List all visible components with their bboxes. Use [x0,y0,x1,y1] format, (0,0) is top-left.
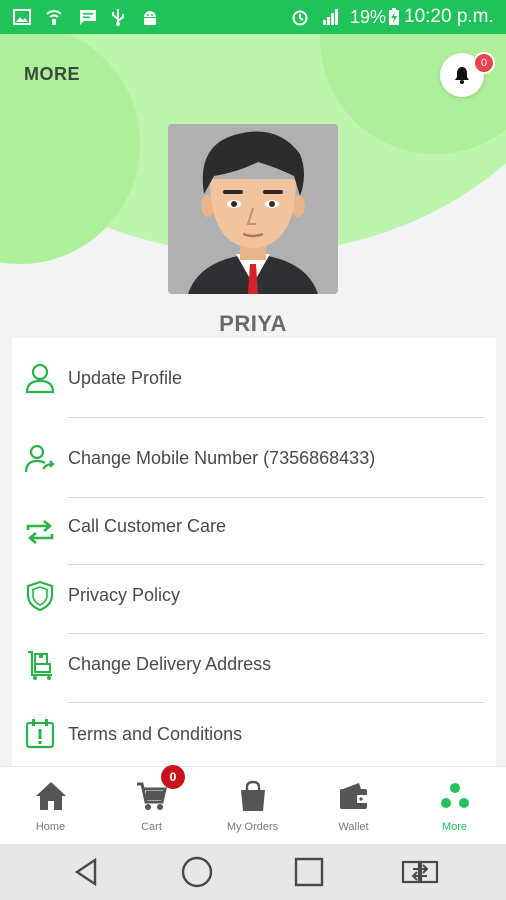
wifi-calling-icon [44,7,64,27]
image-icon [12,7,32,27]
notification-badge: 0 [473,52,495,74]
menu-item-update-profile[interactable]: Update Profile [12,338,496,418]
battery-percent: 19% [350,7,387,27]
nav-label: Cart [141,821,162,833]
recents-button[interactable] [289,854,329,890]
menu-item-change-mobile[interactable]: Change Mobile Number (7356868433) [12,418,496,498]
swap-arrows-icon [24,516,56,548]
calendar-alert-icon [24,718,56,750]
delivery-trolley-icon [24,649,56,681]
bell-icon [455,67,469,84]
nav-home[interactable]: Home [0,767,101,845]
menu-item-privacy-policy[interactable]: Privacy Policy [12,565,496,634]
switch-screens-icon [401,860,439,884]
nav-label: More [441,821,468,833]
back-triangle-icon [74,857,97,887]
switch-app-button[interactable] [400,854,440,890]
menu-label: Change Delivery Address [68,654,272,674]
menu-label: Call Customer Care [68,516,227,536]
home-button[interactable] [177,854,217,890]
android-icon [140,7,160,27]
nav-cart[interactable]: Cart [101,767,202,845]
user-name: PRIYA [219,311,287,336]
usb-icon [108,7,128,27]
menu-item-call-customer-care[interactable]: Call Customer Care [12,498,496,565]
wallet-icon [337,779,371,813]
menu-label: Update Profile [68,368,183,388]
shopping-bag-icon [236,779,270,813]
nav-wallet[interactable]: Wallet [303,767,404,845]
avatar[interactable] [168,124,338,294]
user-share-icon [24,442,56,474]
nav-my-orders[interactable]: My Orders [202,767,303,845]
menu-item-change-delivery-address[interactable]: Change Delivery Address [12,634,496,703]
message-icon [78,7,98,27]
more-dots-icon [438,779,472,813]
system-navigation-bar [0,844,506,900]
alarm-icon [290,7,310,27]
menu-card: Update Profile Change Mobile Number (735… [12,338,496,766]
user-icon [24,362,56,394]
nav-label: My Orders [226,821,279,833]
avatar-illustration [168,124,338,294]
battery-charging-icon [384,7,404,27]
menu-item-terms-and-conditions[interactable]: Terms and Conditions [12,703,496,766]
cart-badge: 0 [161,765,185,789]
status-bar: 19% 10:20 p.m. [0,0,506,34]
back-button[interactable] [66,854,106,890]
page-title: MORE [24,64,80,84]
menu-label: Change Mobile Number (7356868433) [68,448,376,468]
home-icon [34,779,68,813]
home-circle-icon [181,856,213,888]
shield-icon [24,580,56,612]
clock: 10:20 p.m. [404,6,494,27]
nav-label: Wallet [338,821,369,833]
menu-label: Privacy Policy [68,585,181,605]
nav-label: Home [35,821,66,833]
menu-label: Terms and Conditions [68,724,243,744]
nav-more[interactable]: More [404,767,505,845]
recents-square-icon [294,857,324,887]
signal-icon [320,7,340,27]
bottom-navigation: Home Cart My Orders Wallet More [0,766,506,845]
